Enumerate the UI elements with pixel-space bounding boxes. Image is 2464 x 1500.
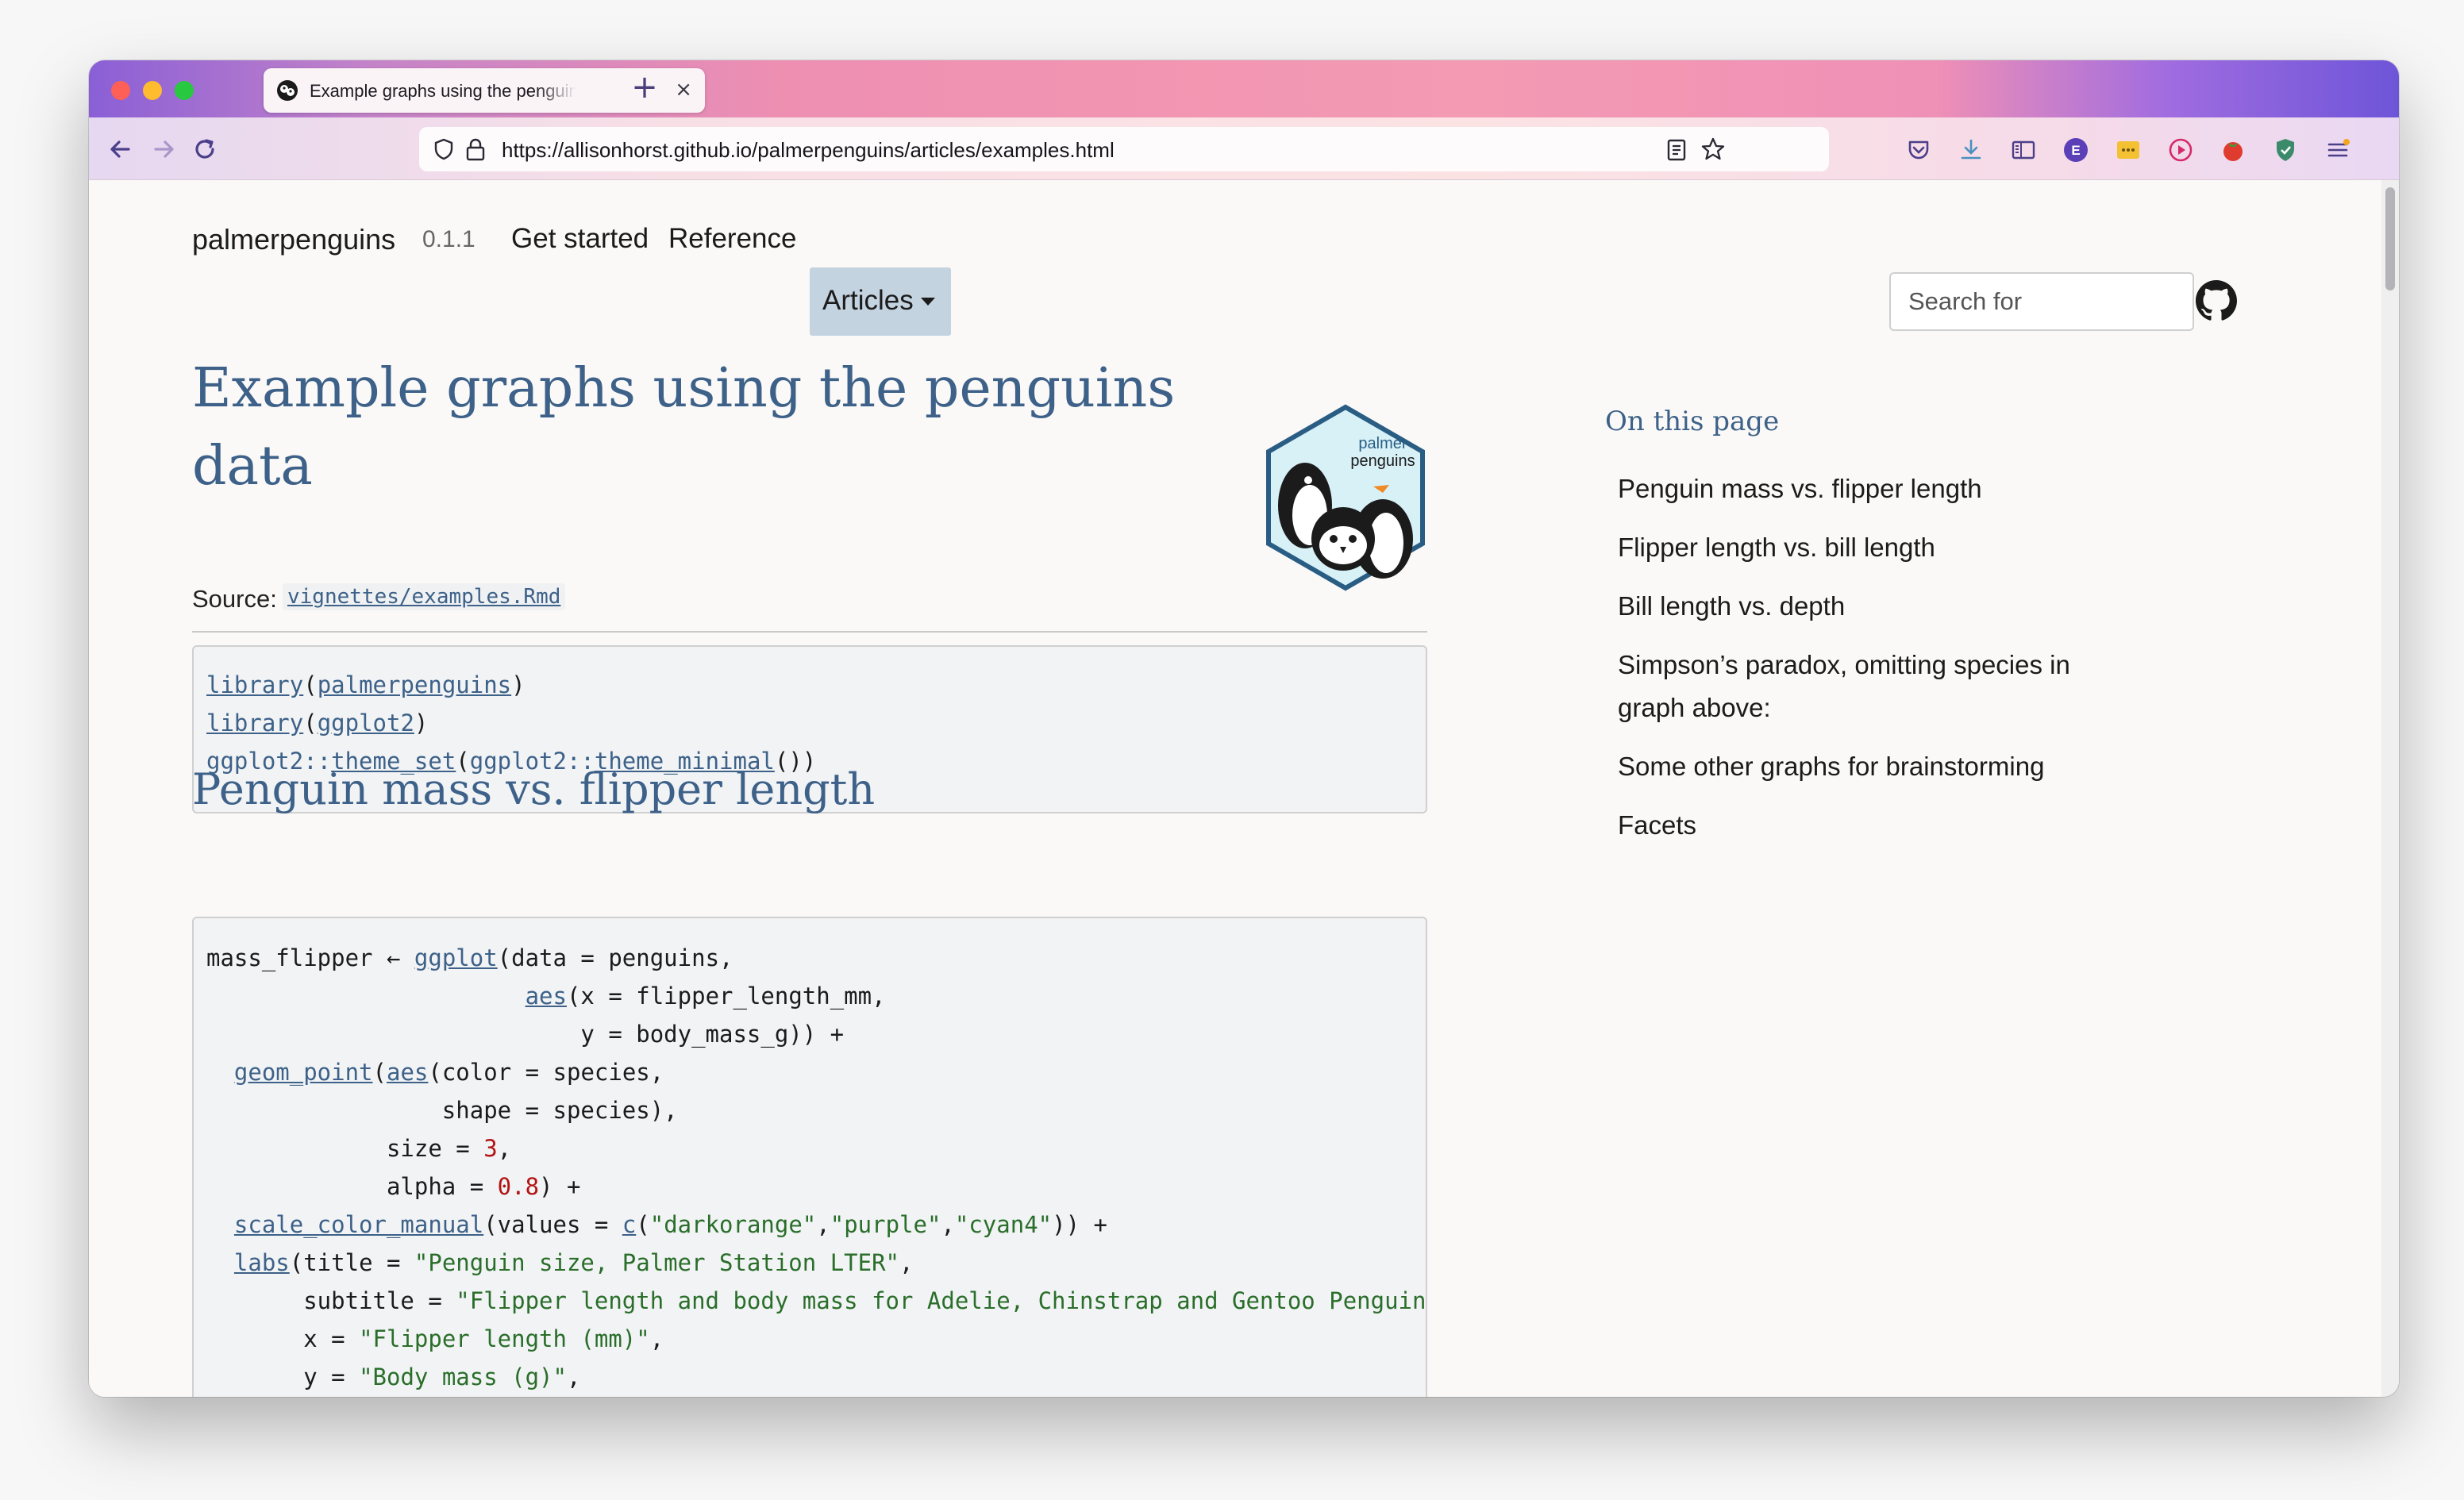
close-window-button[interactable] [111,81,130,100]
back-arrow-icon[interactable] [105,133,137,165]
code-line: labs(title = "Penguin size, Palmer Stati… [233,1249,914,1276]
sidebar-icon[interactable] [2010,137,2037,163]
minimize-window-button[interactable] [143,81,162,100]
code-line: alpha = 0.8) + [206,1173,581,1200]
browser-window: Example graphs using the penguins data ×… [89,60,2399,1397]
tab-close-icon[interactable]: × [675,78,692,102]
scrollbar-thumb[interactable] [2385,187,2395,290]
nav-articles-label: Articles [822,285,914,316]
package-version: 0.1.1 [422,226,475,252]
source-file-link[interactable]: vignettes/examples.Rmd [283,583,566,610]
source-label: Source: [192,585,277,613]
github-icon[interactable] [2196,280,2237,321]
penguin-favicon-icon [277,80,298,101]
code-line: geom_point(aes(color = species, [233,1059,664,1086]
code-line: size = 3, [206,1135,512,1162]
palmerpenguins-hex-logo: palmer penguins [1266,404,1425,591]
reader-view-icon[interactable] [1665,138,1688,162]
reload-icon[interactable] [189,133,221,165]
toc-item-other-graphs[interactable]: Some other graphs for brainstorming [1618,745,2126,788]
code-line: color = "Penguin species", [206,1396,664,1397]
toc-item-bill-depth[interactable]: Bill length vs. depth [1618,585,2126,628]
nav-articles-dropdown[interactable]: Articles [810,267,951,336]
toc-title: On this page [1605,406,1780,437]
code-line: y = "Body mass (g)", [206,1363,581,1390]
code-line: aes(x = flipper_length_mm, [525,983,886,1010]
code-line: shape = species), [206,1097,678,1124]
downloads-icon[interactable] [1958,137,1985,163]
section-heading: Penguin mass vs. flipper length [192,764,876,814]
nav-reference[interactable]: Reference [668,223,796,255]
bookmark-star-icon[interactable] [1700,137,1726,162]
shield-extension-icon[interactable] [2272,137,2299,163]
lock-icon[interactable] [464,137,487,162]
code-line: x = "Flipper length (mm)", [206,1325,664,1352]
maximize-window-button[interactable] [175,81,194,100]
new-tab-button[interactable]: + [629,71,660,103]
code-block-mass-flipper: mass_flipper ← ggplot(data = penguins, a… [192,917,1427,1397]
extension-notes-icon[interactable] [2115,137,2142,163]
code-line: subtitle = "Flipper length and body mass… [206,1287,1427,1314]
nav-get-started[interactable]: Get started [511,223,649,255]
svg-text:penguins: penguins [1350,452,1415,470]
code-line: library(palmerpenguins) [206,671,526,698]
shield-icon[interactable] [432,137,456,161]
code-line: y = body_mass_g)) + [206,1021,845,1048]
menu-icon[interactable] [2324,137,2351,163]
address-bar[interactable]: https://allisonhorst.github.io/palmerpen… [419,127,1829,171]
scrollbar[interactable] [2381,180,2399,1397]
toc-item-simpsons-paradox[interactable]: Simpson’s paradox, omitting species in g… [1618,644,2078,729]
toc-item-facets[interactable]: Facets [1618,804,2126,847]
extension-e-icon[interactable]: E [2062,137,2089,163]
search-input[interactable]: Search for [1889,272,2194,331]
pocket-icon[interactable] [1905,137,1932,163]
extension-play-icon[interactable] [2167,137,2194,163]
divider [192,631,1427,633]
tab-bar: Example graphs using the penguins data ×… [89,60,2399,117]
forward-arrow-icon[interactable] [148,133,179,165]
svg-text:E: E [2071,143,2080,158]
code-line: library(ggplot2) [206,710,429,737]
svg-text:palmer: palmer [1358,435,1407,452]
caret-down-icon [921,298,935,306]
tomato-timer-icon[interactable] [2220,137,2246,163]
tab-title: Example graphs using the penguins data [310,81,576,101]
page-title: Example graphs using the penguins data [192,357,1176,498]
toc-item-mass-flipper[interactable]: Penguin mass vs. flipper length [1618,467,2126,510]
site-brand-link[interactable]: palmerpenguins [192,223,395,256]
code-line: mass_flipper ← ggplot(data = penguins, [206,944,733,971]
page-content: palmerpenguins 0.1.1 Get started Referen… [89,180,2381,1397]
url-text: https://allisonhorst.github.io/palmerpen… [502,138,1115,162]
code-line: scale_color_manual(values = c("darkorang… [233,1211,1107,1238]
toc-item-flipper-bill[interactable]: Flipper length vs. bill length [1618,526,2126,569]
